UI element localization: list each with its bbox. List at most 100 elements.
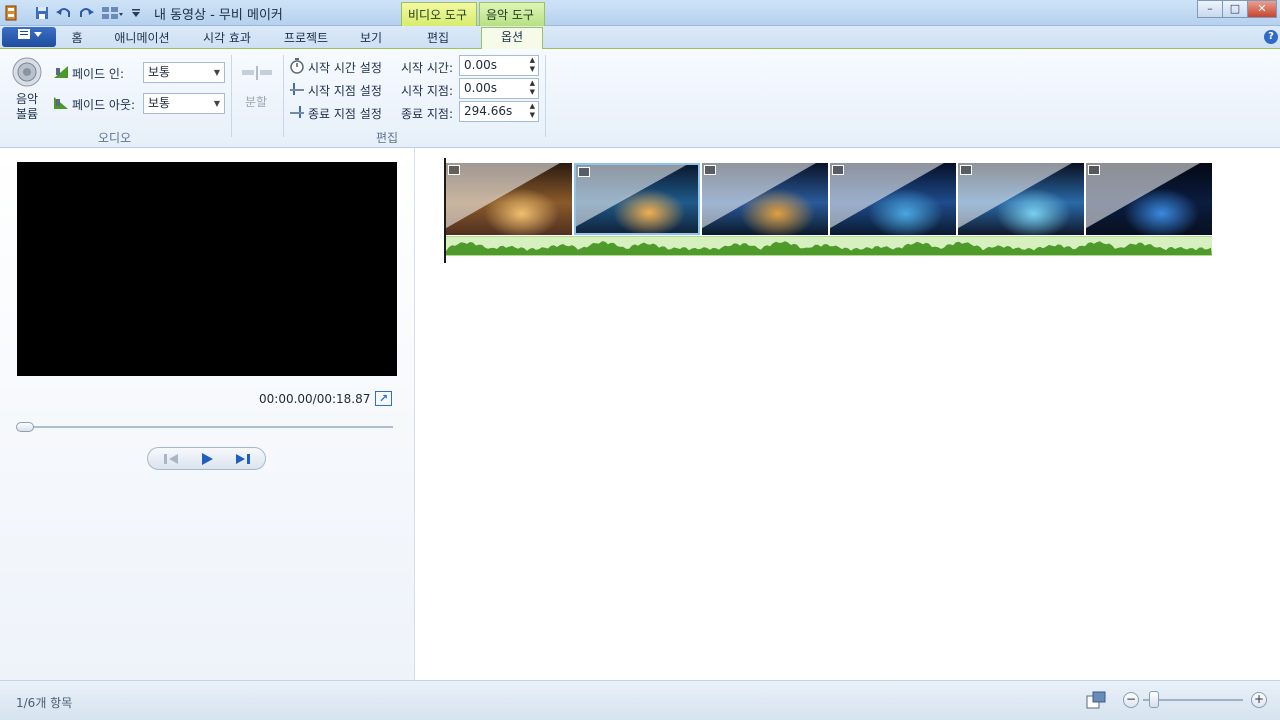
preview-pane: 00:00.00/00:18.87 ↗ [0,148,415,680]
previous-frame-icon[interactable] [156,448,186,469]
transition-icon [1088,165,1100,175]
storyboard-pane [416,148,1280,680]
transition-icon [960,165,972,175]
edit-group-label: 편집 [376,131,399,145]
transition-overlay [830,163,956,235]
thumbnail-size-icon[interactable] [1086,691,1106,709]
speaker-icon [12,57,42,87]
music-track[interactable] [446,236,1212,256]
start-point-label: 시작 지점: [401,84,454,98]
tab-visual-effects[interactable]: 시각 효과 [192,29,262,49]
spinner-arrows-icon[interactable]: ▲ ▼ [530,79,535,97]
item-count: 1/6개 항목 [16,696,73,710]
tab-edit[interactable]: 편집 [412,29,464,49]
ribbon-tab-row: 홈 애니메이션 시각 효과 프로젝트 보기 편집 옵션 ? [0,26,1280,50]
zoom-out-button[interactable]: − [1123,692,1139,708]
tab-options[interactable]: 옵션 [481,27,543,50]
start-time-label: 시작 시간: [401,61,454,75]
music-volume-button[interactable] [10,57,44,87]
transition-overlay [958,163,1084,235]
set-start-time-button[interactable]: 시작 시간 설정 [308,59,382,76]
maximize-button[interactable]: □ [1222,0,1248,18]
seek-bar[interactable] [18,426,393,428]
chevron-down-icon: ▼ [213,68,220,77]
fade-out-icon [53,94,69,110]
group-separator [283,55,284,137]
app-icon[interactable] [2,3,20,23]
tab-animations[interactable]: 애니메이션 [104,29,180,49]
transition-icon [578,167,590,177]
context-tab-video-tools: 비디오 도구 [401,2,477,26]
file-menu-icon [18,29,42,39]
customize-quick-access-icon[interactable] [127,3,145,23]
fade-out-select[interactable]: 보통 ▼ [143,93,225,114]
video-preview[interactable] [17,162,397,376]
tab-project[interactable]: 프로젝트 [274,29,338,49]
zoom-slider-thumb[interactable] [1148,691,1159,708]
storyboard-clip[interactable] [830,163,956,235]
seek-thumb[interactable] [16,422,34,432]
set-end-point-icon [289,104,305,120]
minimize-button[interactable]: – [1197,0,1223,18]
next-frame-icon[interactable] [228,448,258,469]
stopwatch-icon [289,58,305,74]
status-bar: 1/6개 항목 − + [0,680,1280,720]
redo-icon[interactable] [77,3,95,23]
play-icon[interactable] [192,448,222,469]
start-time-input[interactable]: 0.00s ▲ ▼ [459,55,539,76]
transition-icon [448,165,460,175]
audio-waveform [446,241,1212,255]
start-point-value: 0.00s [464,81,497,95]
set-start-point-icon [289,81,305,97]
end-point-value: 294.66s [464,104,513,118]
tab-view[interactable]: 보기 [352,29,390,49]
save-icon[interactable] [33,3,51,23]
timecode: 00:00.00/00:18.87 [259,392,371,406]
waveform-shape [446,241,1212,255]
split-button[interactable]: 분할 [245,93,267,110]
window-title: 내 동영상 - 무비 메이커 [154,8,283,23]
group-separator [545,55,546,137]
split-icon [241,63,273,83]
transition-overlay [576,165,698,233]
transition-overlay [446,163,572,235]
close-button[interactable]: ✕ [1247,0,1277,18]
end-point-label: 종료 지점: [401,107,454,121]
snapshot-icon[interactable] [100,3,124,23]
transition-icon [704,165,716,175]
transition-icon [832,165,844,175]
fade-in-select[interactable]: 보통 ▼ [143,62,225,83]
fade-in-label: 페이드 인: [72,67,125,81]
transition-overlay [702,163,828,235]
set-start-point-button[interactable]: 시작 지점 설정 [308,82,382,99]
start-time-value: 0.00s [464,58,497,72]
storyboard-clip[interactable] [574,163,700,235]
fade-out-value: 보통 [148,96,171,110]
audio-group-label: 오디오 [98,131,132,145]
group-separator [231,55,232,137]
help-icon[interactable]: ? [1264,30,1278,44]
chevron-down-icon: ▼ [213,99,220,108]
context-tab-music-tools: 음악 도구 [479,2,545,26]
tab-home[interactable]: 홈 [62,29,92,49]
fade-in-value: 보통 [148,65,171,79]
music-volume-label: 음악 볼륨 [15,92,39,121]
spinner-arrows-icon[interactable]: ▲ ▼ [530,102,535,120]
fade-out-label: 페이드 아웃: [72,98,136,112]
fullscreen-icon[interactable]: ↗ [375,391,392,406]
end-point-input[interactable]: 294.66s ▲ ▼ [459,101,539,122]
storyboard-clip[interactable] [1086,163,1212,235]
start-point-input[interactable]: 0.00s ▲ ▼ [459,78,539,99]
set-end-point-button[interactable]: 종료 지점 설정 [308,105,382,122]
spinner-arrows-icon[interactable]: ▲ ▼ [530,56,535,74]
storyboard-clip[interactable] [446,163,572,235]
fade-in-icon [53,63,69,79]
undo-icon[interactable] [55,3,73,23]
storyboard-clip[interactable] [958,163,1084,235]
file-menu-button[interactable] [2,27,56,47]
zoom-in-button[interactable]: + [1251,692,1267,708]
storyboard-clip[interactable] [702,163,828,235]
title-bar: 내 동영상 - 무비 메이커 비디오 도구 음악 도구 – □ ✕ [0,0,1280,26]
transition-overlay [1086,163,1212,235]
playback-controls [147,447,266,470]
